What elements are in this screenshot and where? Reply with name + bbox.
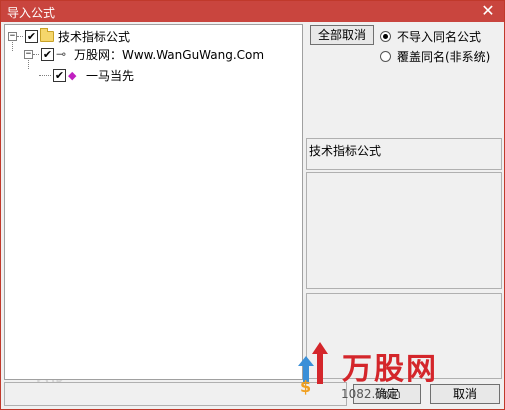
formula-diamond-icon: ◆ <box>68 68 77 82</box>
child-checkbox[interactable]: ✔ <box>41 47 54 61</box>
radio-skip[interactable] <box>380 31 391 42</box>
category-info: 技术指标公式 <box>306 138 502 170</box>
root-checkbox[interactable]: ✔ <box>25 29 38 43</box>
option-overwrite-duplicates[interactable]: 覆盖同名(非系统) <box>380 48 490 65</box>
tree-connector <box>17 35 23 37</box>
tree-node-label: 一马当先 <box>86 68 135 83</box>
title-bar: 导入公式 ✕ <box>1 1 504 22</box>
tree-connector <box>33 53 39 55</box>
key-icon: ⊸ <box>56 47 67 61</box>
collapse-icon[interactable]: − <box>8 31 17 41</box>
tree-connector <box>39 74 51 76</box>
brand-logo-text: 万股网 <box>342 352 438 387</box>
tree-node-root: − ✔ 技术指标公式 <box>8 27 130 45</box>
tree-node-label: 万股网：Www.WanGuWang.Com <box>74 47 265 62</box>
option-skip-duplicates[interactable]: 不导入同名公式 <box>380 28 481 45</box>
import-formula-dialog: 导入公式 ✕ 万股网 万股网 万股网 万股网 万股网 − ✔ 技术指标公式 − … <box>0 0 505 410</box>
folder-icon <box>40 27 54 42</box>
window-title: 导入公式 <box>7 6 56 20</box>
radio-overwrite[interactable] <box>380 51 391 62</box>
radio-label: 覆盖同名(非系统) <box>397 50 491 64</box>
cancel-button[interactable]: 取消 <box>430 384 500 404</box>
leaf-checkbox[interactable]: ✔ <box>53 68 66 82</box>
brand-arrow-icon: $ <box>298 342 328 396</box>
radio-label: 不导入同名公式 <box>397 30 482 44</box>
tree-node-child: − ✔ ⊸ 万股网：Www.WanGuWang.Com <box>24 45 264 63</box>
cancel-all-button[interactable]: 全部取消 <box>310 25 374 45</box>
collapse-icon[interactable]: − <box>24 49 33 59</box>
tree-node-label: 技术指标公式 <box>58 29 131 44</box>
formula-tree: − ✔ 技术指标公式 − ✔ ⊸ 万股网：Www.WanGuWang.Com ✔… <box>4 24 303 380</box>
svg-text:$: $ <box>300 377 311 396</box>
brand-url: 1082.com <box>341 387 401 401</box>
close-icon[interactable]: ✕ <box>476 1 500 21</box>
tree-node-leaf: ✔ ◆ 一马当先 <box>39 66 134 84</box>
description-box <box>306 172 502 289</box>
